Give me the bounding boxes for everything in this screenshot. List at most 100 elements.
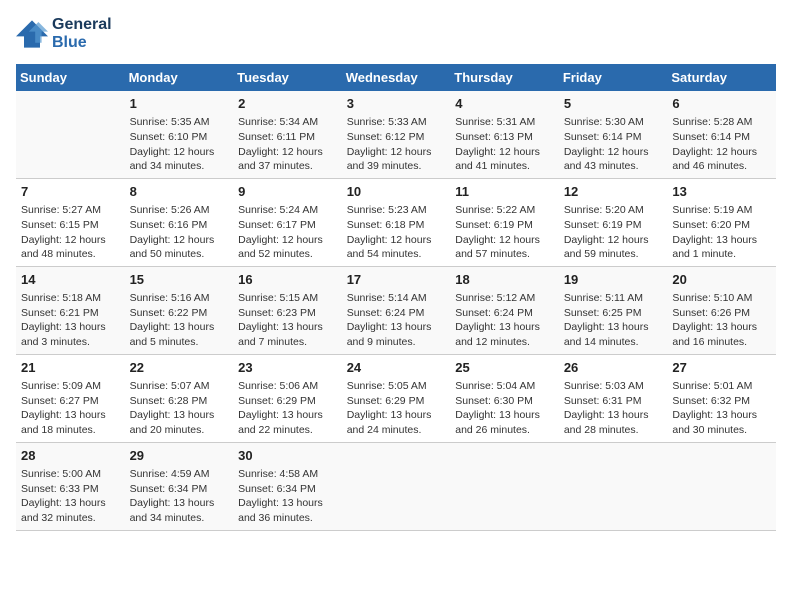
calendar-cell: 13 Sunrise: 5:19 AM Sunset: 6:20 PM Dayli…	[667, 178, 776, 266]
calendar-cell: 18 Sunrise: 5:12 AM Sunset: 6:24 PM Dayli…	[450, 266, 559, 354]
day-info: Sunrise: 5:24 AM Sunset: 6:17 PM Dayligh…	[238, 203, 337, 262]
day-info: Sunrise: 5:22 AM Sunset: 6:19 PM Dayligh…	[455, 203, 554, 262]
day-info: Sunrise: 5:10 AM Sunset: 6:26 PM Dayligh…	[672, 291, 771, 350]
header-sunday: Sunday	[16, 64, 125, 91]
day-info: Sunrise: 5:34 AM Sunset: 6:11 PM Dayligh…	[238, 115, 337, 174]
day-info: Sunrise: 5:03 AM Sunset: 6:31 PM Dayligh…	[564, 379, 663, 438]
header-wednesday: Wednesday	[342, 64, 451, 91]
day-number: 23	[238, 359, 337, 377]
calendar-cell	[342, 442, 451, 530]
calendar-cell: 19 Sunrise: 5:11 AM Sunset: 6:25 PM Dayli…	[559, 266, 668, 354]
header-friday: Friday	[559, 64, 668, 91]
calendar-cell: 5 Sunrise: 5:30 AM Sunset: 6:14 PM Daylig…	[559, 91, 668, 178]
day-info: Sunrise: 5:23 AM Sunset: 6:18 PM Dayligh…	[347, 203, 446, 262]
day-number: 6	[672, 95, 771, 113]
day-number: 26	[564, 359, 663, 377]
calendar-cell	[667, 442, 776, 530]
day-info: Sunrise: 5:26 AM Sunset: 6:16 PM Dayligh…	[130, 203, 229, 262]
day-number: 7	[21, 183, 120, 201]
week-row-1: 1Sunrise: 5:35 AM Sunset: 6:10 PM Daylig…	[16, 91, 776, 178]
logo: General Blue	[16, 16, 112, 52]
calendar-cell	[559, 442, 668, 530]
day-info: Sunrise: 5:35 AM Sunset: 6:10 PM Dayligh…	[130, 115, 229, 174]
calendar-cell: 17 Sunrise: 5:14 AM Sunset: 6:24 PM Dayli…	[342, 266, 451, 354]
calendar-cell	[450, 442, 559, 530]
calendar-cell: 21 Sunrise: 5:09 AM Sunset: 6:27 PM Dayli…	[16, 354, 125, 442]
calendar-header-row: SundayMondayTuesdayWednesdayThursdayFrid…	[16, 64, 776, 91]
calendar-cell: 2 Sunrise: 5:34 AM Sunset: 6:11 PM Daylig…	[233, 91, 342, 178]
day-info: Sunrise: 5:00 AM Sunset: 6:33 PM Dayligh…	[21, 467, 120, 526]
day-number: 14	[21, 271, 120, 289]
day-info: Sunrise: 5:07 AM Sunset: 6:28 PM Dayligh…	[130, 379, 229, 438]
week-row-2: 7Sunrise: 5:27 AM Sunset: 6:15 PM Daylig…	[16, 178, 776, 266]
calendar-cell: 8Sunrise: 5:26 AM Sunset: 6:16 PM Daylig…	[125, 178, 234, 266]
day-info: Sunrise: 5:30 AM Sunset: 6:14 PM Dayligh…	[564, 115, 663, 174]
calendar-cell: 23 Sunrise: 5:06 AM Sunset: 6:29 PM Dayli…	[233, 354, 342, 442]
calendar-table: SundayMondayTuesdayWednesdayThursdayFrid…	[16, 64, 776, 531]
day-info: Sunrise: 5:05 AM Sunset: 6:29 PM Dayligh…	[347, 379, 446, 438]
calendar-cell: 7Sunrise: 5:27 AM Sunset: 6:15 PM Daylig…	[16, 178, 125, 266]
calendar-cell: 25 Sunrise: 5:04 AM Sunset: 6:30 PM Dayli…	[450, 354, 559, 442]
day-info: Sunrise: 4:58 AM Sunset: 6:34 PM Dayligh…	[238, 467, 337, 526]
calendar-cell: 20 Sunrise: 5:10 AM Sunset: 6:26 PM Dayli…	[667, 266, 776, 354]
day-number: 3	[347, 95, 446, 113]
day-info: Sunrise: 5:20 AM Sunset: 6:19 PM Dayligh…	[564, 203, 663, 262]
day-number: 22	[130, 359, 229, 377]
day-info: Sunrise: 5:14 AM Sunset: 6:24 PM Dayligh…	[347, 291, 446, 350]
day-info: Sunrise: 5:33 AM Sunset: 6:12 PM Dayligh…	[347, 115, 446, 174]
calendar-cell: 22 Sunrise: 5:07 AM Sunset: 6:28 PM Dayli…	[125, 354, 234, 442]
logo-text-line1: General	[52, 16, 112, 34]
logo-text-line2: Blue	[52, 34, 112, 52]
day-number: 2	[238, 95, 337, 113]
calendar-cell: 27 Sunrise: 5:01 AM Sunset: 6:32 PM Dayli…	[667, 354, 776, 442]
day-info: Sunrise: 5:04 AM Sunset: 6:30 PM Dayligh…	[455, 379, 554, 438]
day-number: 5	[564, 95, 663, 113]
week-row-3: 14 Sunrise: 5:18 AM Sunset: 6:21 PM Dayli…	[16, 266, 776, 354]
calendar-cell: 4 Sunrise: 5:31 AM Sunset: 6:13 PM Daylig…	[450, 91, 559, 178]
day-info: Sunrise: 5:19 AM Sunset: 6:20 PM Dayligh…	[672, 203, 771, 262]
day-number: 16	[238, 271, 337, 289]
week-row-5: 28Sunrise: 5:00 AM Sunset: 6:33 PM Dayli…	[16, 442, 776, 530]
calendar-cell: 16 Sunrise: 5:15 AM Sunset: 6:23 PM Dayli…	[233, 266, 342, 354]
day-number: 20	[672, 271, 771, 289]
calendar-cell: 6 Sunrise: 5:28 AM Sunset: 6:14 PM Daylig…	[667, 91, 776, 178]
day-number: 13	[672, 183, 771, 201]
header-monday: Monday	[125, 64, 234, 91]
calendar-cell: 1Sunrise: 5:35 AM Sunset: 6:10 PM Daylig…	[125, 91, 234, 178]
day-info: Sunrise: 5:28 AM Sunset: 6:14 PM Dayligh…	[672, 115, 771, 174]
calendar-cell: 12Sunrise: 5:20 AM Sunset: 6:19 PM Dayli…	[559, 178, 668, 266]
calendar-cell: 3 Sunrise: 5:33 AM Sunset: 6:12 PM Daylig…	[342, 91, 451, 178]
day-number: 24	[347, 359, 446, 377]
day-number: 27	[672, 359, 771, 377]
day-number: 11	[455, 183, 554, 201]
calendar-cell: 9Sunrise: 5:24 AM Sunset: 6:17 PM Daylig…	[233, 178, 342, 266]
day-number: 15	[130, 271, 229, 289]
day-number: 4	[455, 95, 554, 113]
day-info: Sunrise: 4:59 AM Sunset: 6:34 PM Dayligh…	[130, 467, 229, 526]
day-info: Sunrise: 5:06 AM Sunset: 6:29 PM Dayligh…	[238, 379, 337, 438]
day-info: Sunrise: 5:09 AM Sunset: 6:27 PM Dayligh…	[21, 379, 120, 438]
day-number: 25	[455, 359, 554, 377]
day-info: Sunrise: 5:01 AM Sunset: 6:32 PM Dayligh…	[672, 379, 771, 438]
day-number: 18	[455, 271, 554, 289]
day-info: Sunrise: 5:31 AM Sunset: 6:13 PM Dayligh…	[455, 115, 554, 174]
calendar-cell: 14 Sunrise: 5:18 AM Sunset: 6:21 PM Dayli…	[16, 266, 125, 354]
calendar-cell: 28Sunrise: 5:00 AM Sunset: 6:33 PM Dayli…	[16, 442, 125, 530]
day-info: Sunrise: 5:11 AM Sunset: 6:25 PM Dayligh…	[564, 291, 663, 350]
day-number: 17	[347, 271, 446, 289]
day-number: 19	[564, 271, 663, 289]
day-info: Sunrise: 5:12 AM Sunset: 6:24 PM Dayligh…	[455, 291, 554, 350]
calendar-cell: 30 Sunrise: 4:58 AM Sunset: 6:34 PM Dayli…	[233, 442, 342, 530]
day-number: 30	[238, 447, 337, 465]
header-saturday: Saturday	[667, 64, 776, 91]
day-number: 29	[130, 447, 229, 465]
calendar-cell	[16, 91, 125, 178]
calendar-cell: 26 Sunrise: 5:03 AM Sunset: 6:31 PM Dayli…	[559, 354, 668, 442]
day-info: Sunrise: 5:16 AM Sunset: 6:22 PM Dayligh…	[130, 291, 229, 350]
day-number: 21	[21, 359, 120, 377]
day-info: Sunrise: 5:15 AM Sunset: 6:23 PM Dayligh…	[238, 291, 337, 350]
day-info: Sunrise: 5:18 AM Sunset: 6:21 PM Dayligh…	[21, 291, 120, 350]
calendar-cell: 24 Sunrise: 5:05 AM Sunset: 6:29 PM Dayli…	[342, 354, 451, 442]
calendar-cell: 11 Sunrise: 5:22 AM Sunset: 6:19 PM Dayli…	[450, 178, 559, 266]
header-tuesday: Tuesday	[233, 64, 342, 91]
